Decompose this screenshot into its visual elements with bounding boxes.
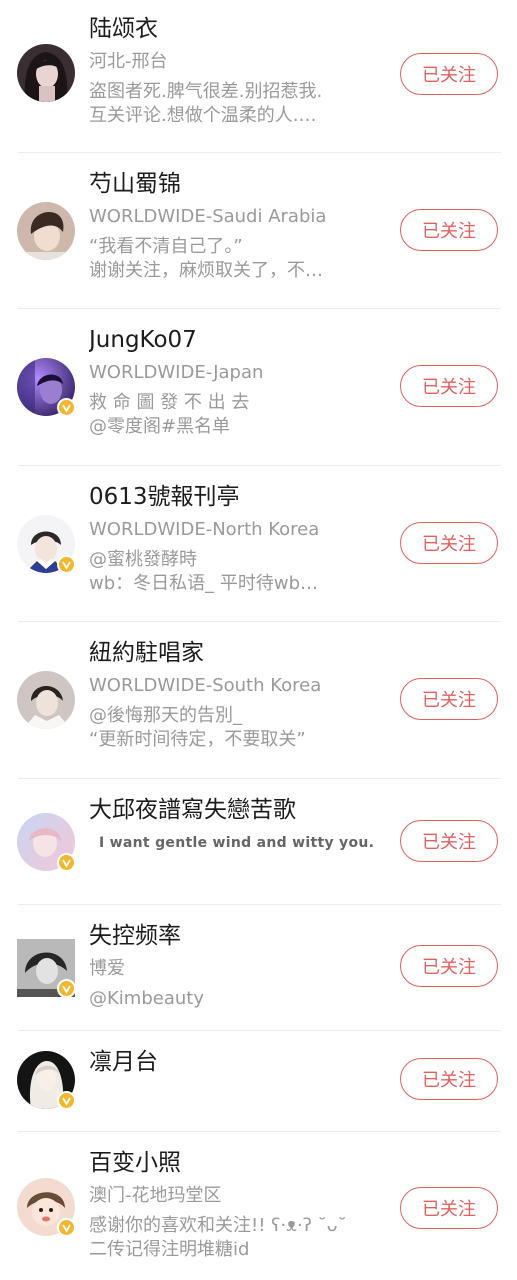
- user-bio-line-2: 谢谢关注，麻烦取关了，不…: [89, 260, 323, 281]
- list-item[interactable]: JungKo07 WORLDWIDE-Japan 救 命 圖 發 不 出 去 @…: [0, 309, 517, 466]
- user-location: WORLDWIDE-South Korea: [89, 675, 322, 696]
- list-item[interactable]: 百变小照 澳门-花地玛堂区 感谢你的喜欢和关注!! ʕ·ᴥ·ʔ ˘ᴗ˘ 二传记得…: [0, 1132, 517, 1280]
- verified-badge-icon: [57, 555, 76, 574]
- user-location: 博爱: [89, 958, 125, 979]
- user-bio-line-1: 盗图者死.脾气很差.别招惹我.: [89, 81, 323, 102]
- avatar[interactable]: [17, 671, 75, 729]
- user-bio-line-2: 二传记得注明堆糖id: [89, 1239, 250, 1260]
- user-location: WORLDWIDE-North Korea: [89, 519, 320, 540]
- verified-badge-icon: [57, 1091, 76, 1110]
- user-bio-line-1: @後悔那天的告別_: [89, 705, 242, 726]
- user-name[interactable]: 百变小照: [89, 1148, 367, 1178]
- user-bio-line-2: @零度阁#黑名单: [89, 416, 231, 437]
- list-item[interactable]: 失控频率 博爱 @Kimbeauty 已关注: [0, 905, 517, 1031]
- user-name[interactable]: 陆颂衣: [89, 14, 367, 44]
- avatar[interactable]: [17, 202, 75, 260]
- list-item[interactable]: 大邱夜譜寫失戀苦歌 I want gentle wind and witty y…: [0, 779, 517, 905]
- list-item[interactable]: 凛月台 已关注: [0, 1031, 517, 1132]
- user-bio-line-1: @Kimbeauty: [89, 988, 204, 1009]
- user-name[interactable]: 凛月台: [89, 1047, 367, 1077]
- user-bio-line-2: wb：冬日私语_ 平时待wb…: [89, 573, 319, 594]
- avatar[interactable]: [17, 358, 76, 417]
- list-item[interactable]: 0613號報刊亭 WORLDWIDE-North Korea @蜜桃發酵時 wb…: [0, 466, 517, 622]
- user-location: 澳门-花地玛堂区: [89, 1185, 222, 1206]
- following-button[interactable]: 已关注: [400, 522, 498, 564]
- user-bio-line-1: @蜜桃發酵時: [89, 549, 197, 570]
- avatar[interactable]: [17, 44, 75, 102]
- verified-badge-icon: [57, 853, 76, 872]
- following-button[interactable]: 已关注: [400, 365, 498, 407]
- user-name[interactable]: 芍山蜀锦: [89, 169, 367, 199]
- user-location: WORLDWIDE-Japan: [89, 362, 264, 383]
- following-button[interactable]: 已关注: [400, 209, 498, 251]
- verified-badge-icon: [57, 398, 76, 417]
- user-bio-line-2: “更新时间待定，不要取关”: [89, 729, 306, 750]
- verified-badge-icon: [57, 979, 76, 998]
- avatar[interactable]: [17, 939, 76, 998]
- user-bio-line-2: 互关评论.想做个温柔的人.…: [89, 105, 317, 126]
- user-bio-line-1: “我看不清自己了。”: [89, 236, 243, 257]
- verified-badge-icon: [57, 1218, 76, 1237]
- following-button[interactable]: 已关注: [400, 1058, 498, 1100]
- following-button[interactable]: 已关注: [400, 53, 498, 95]
- avatar[interactable]: [17, 1051, 76, 1110]
- user-name[interactable]: 紐約駐唱家: [89, 638, 367, 668]
- list-item[interactable]: 紐約駐唱家 WORLDWIDE-South Korea @後悔那天的告別_ “更…: [0, 622, 517, 779]
- avatar[interactable]: [17, 813, 76, 872]
- user-location: 河北-邢台: [89, 51, 168, 72]
- user-name[interactable]: JungKo07: [89, 325, 367, 355]
- user-name[interactable]: 0613號報刊亭: [89, 482, 367, 512]
- user-location: WORLDWIDE-Saudi Arabia: [89, 206, 327, 227]
- user-bio-line-1: I want gentle wind and witty you.: [99, 835, 375, 851]
- list-item[interactable]: 陆颂衣 河北-邢台 盗图者死.脾气很差.别招惹我. 互关评论.想做个温柔的人.……: [0, 0, 517, 153]
- avatar[interactable]: [17, 1178, 76, 1237]
- user-bio-line-1: 感谢你的喜欢和关注!! ʕ·ᴥ·ʔ ˘ᴗ˘: [89, 1215, 347, 1236]
- user-bio-line-1: 救 命 圖 發 不 出 去: [89, 392, 250, 413]
- avatar[interactable]: [17, 515, 76, 574]
- following-button[interactable]: 已关注: [400, 820, 498, 862]
- following-button[interactable]: 已关注: [400, 1187, 498, 1229]
- user-name[interactable]: 失控频率: [89, 921, 367, 951]
- following-button[interactable]: 已关注: [400, 678, 498, 720]
- following-button[interactable]: 已关注: [400, 945, 498, 987]
- list-item[interactable]: 芍山蜀锦 WORLDWIDE-Saudi Arabia “我看不清自己了。” 谢…: [0, 153, 517, 309]
- user-name[interactable]: 大邱夜譜寫失戀苦歌: [89, 795, 387, 825]
